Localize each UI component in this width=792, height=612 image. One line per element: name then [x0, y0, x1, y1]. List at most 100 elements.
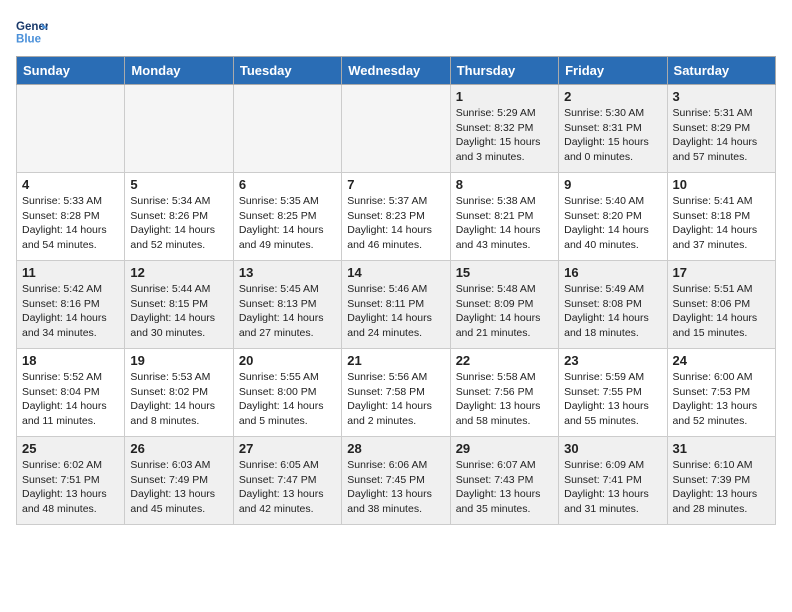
day-number: 21 — [347, 353, 444, 368]
calendar-cell: 27 Sunrise: 6:05 AM Sunset: 7:47 PM Dayli… — [233, 437, 341, 525]
day-info: Sunrise: 5:37 AM Sunset: 8:23 PM Dayligh… — [347, 194, 444, 253]
calendar-cell: 23 Sunrise: 5:59 AM Sunset: 7:55 PM Dayli… — [559, 349, 667, 437]
day-info: Sunrise: 5:42 AM Sunset: 8:16 PM Dayligh… — [22, 282, 119, 341]
calendar-cell: 29 Sunrise: 6:07 AM Sunset: 7:43 PM Dayli… — [450, 437, 558, 525]
calendar-cell: 6 Sunrise: 5:35 AM Sunset: 8:25 PM Daylig… — [233, 173, 341, 261]
day-info: Sunrise: 5:45 AM Sunset: 8:13 PM Dayligh… — [239, 282, 336, 341]
day-number: 6 — [239, 177, 336, 192]
calendar-cell: 5 Sunrise: 5:34 AM Sunset: 8:26 PM Daylig… — [125, 173, 233, 261]
day-number: 16 — [564, 265, 661, 280]
day-number: 13 — [239, 265, 336, 280]
calendar-week-row: 11 Sunrise: 5:42 AM Sunset: 8:16 PM Dayli… — [17, 261, 776, 349]
calendar-cell: 20 Sunrise: 5:55 AM Sunset: 8:00 PM Dayli… — [233, 349, 341, 437]
weekday-header-tuesday: Tuesday — [233, 57, 341, 85]
day-number: 17 — [673, 265, 770, 280]
calendar-cell: 7 Sunrise: 5:37 AM Sunset: 8:23 PM Daylig… — [342, 173, 450, 261]
day-info: Sunrise: 5:44 AM Sunset: 8:15 PM Dayligh… — [130, 282, 227, 341]
calendar-cell: 4 Sunrise: 5:33 AM Sunset: 8:28 PM Daylig… — [17, 173, 125, 261]
day-info: Sunrise: 5:48 AM Sunset: 8:09 PM Dayligh… — [456, 282, 553, 341]
day-info: Sunrise: 5:29 AM Sunset: 8:32 PM Dayligh… — [456, 106, 553, 165]
day-info: Sunrise: 5:52 AM Sunset: 8:04 PM Dayligh… — [22, 370, 119, 429]
day-info: Sunrise: 6:03 AM Sunset: 7:49 PM Dayligh… — [130, 458, 227, 517]
calendar-cell: 28 Sunrise: 6:06 AM Sunset: 7:45 PM Dayli… — [342, 437, 450, 525]
day-info: Sunrise: 6:06 AM Sunset: 7:45 PM Dayligh… — [347, 458, 444, 517]
calendar-cell: 16 Sunrise: 5:49 AM Sunset: 8:08 PM Dayli… — [559, 261, 667, 349]
day-number: 1 — [456, 89, 553, 104]
day-info: Sunrise: 6:05 AM Sunset: 7:47 PM Dayligh… — [239, 458, 336, 517]
day-number: 26 — [130, 441, 227, 456]
day-number: 11 — [22, 265, 119, 280]
day-info: Sunrise: 5:35 AM Sunset: 8:25 PM Dayligh… — [239, 194, 336, 253]
calendar-cell: 10Sunrise: 5:41 AM Sunset: 8:18 PM Dayli… — [667, 173, 775, 261]
weekday-header-friday: Friday — [559, 57, 667, 85]
calendar-table: SundayMondayTuesdayWednesdayThursdayFrid… — [16, 56, 776, 525]
day-info: Sunrise: 5:56 AM Sunset: 7:58 PM Dayligh… — [347, 370, 444, 429]
weekday-header-saturday: Saturday — [667, 57, 775, 85]
calendar-cell: 15 Sunrise: 5:48 AM Sunset: 8:09 PM Dayli… — [450, 261, 558, 349]
day-number: 4 — [22, 177, 119, 192]
logo: General Blue — [16, 16, 48, 48]
calendar-cell: 9Sunrise: 5:40 AM Sunset: 8:20 PM Daylig… — [559, 173, 667, 261]
day-number: 22 — [456, 353, 553, 368]
day-info: Sunrise: 5:33 AM Sunset: 8:28 PM Dayligh… — [22, 194, 119, 253]
calendar-cell: 11 Sunrise: 5:42 AM Sunset: 8:16 PM Dayli… — [17, 261, 125, 349]
day-number: 28 — [347, 441, 444, 456]
day-info: Sunrise: 6:09 AM Sunset: 7:41 PM Dayligh… — [564, 458, 661, 517]
calendar-week-row: 1 Sunrise: 5:29 AM Sunset: 8:32 PM Daylig… — [17, 85, 776, 173]
day-info: Sunrise: 5:30 AM Sunset: 8:31 PM Dayligh… — [564, 106, 661, 165]
day-info: Sunrise: 6:00 AM Sunset: 7:53 PM Dayligh… — [673, 370, 770, 429]
calendar-week-row: 18 Sunrise: 5:52 AM Sunset: 8:04 PM Dayli… — [17, 349, 776, 437]
calendar-cell — [17, 85, 125, 173]
weekday-header-thursday: Thursday — [450, 57, 558, 85]
weekday-header-monday: Monday — [125, 57, 233, 85]
day-info: Sunrise: 5:31 AM Sunset: 8:29 PM Dayligh… — [673, 106, 770, 165]
day-info: Sunrise: 5:58 AM Sunset: 7:56 PM Dayligh… — [456, 370, 553, 429]
weekday-header-wednesday: Wednesday — [342, 57, 450, 85]
weekday-header-sunday: Sunday — [17, 57, 125, 85]
day-number: 24 — [673, 353, 770, 368]
day-number: 23 — [564, 353, 661, 368]
day-number: 29 — [456, 441, 553, 456]
day-info: Sunrise: 5:34 AM Sunset: 8:26 PM Dayligh… — [130, 194, 227, 253]
day-number: 18 — [22, 353, 119, 368]
day-info: Sunrise: 5:59 AM Sunset: 7:55 PM Dayligh… — [564, 370, 661, 429]
calendar-cell: 25 Sunrise: 6:02 AM Sunset: 7:51 PM Dayli… — [17, 437, 125, 525]
calendar-cell: 31 Sunrise: 6:10 AM Sunset: 7:39 PM Dayli… — [667, 437, 775, 525]
calendar-week-row: 4 Sunrise: 5:33 AM Sunset: 8:28 PM Daylig… — [17, 173, 776, 261]
day-info: Sunrise: 6:07 AM Sunset: 7:43 PM Dayligh… — [456, 458, 553, 517]
day-number: 7 — [347, 177, 444, 192]
day-info: Sunrise: 5:38 AM Sunset: 8:21 PM Dayligh… — [456, 194, 553, 253]
day-info: Sunrise: 5:49 AM Sunset: 8:08 PM Dayligh… — [564, 282, 661, 341]
calendar-cell: 12 Sunrise: 5:44 AM Sunset: 8:15 PM Dayli… — [125, 261, 233, 349]
calendar-cell: 24 Sunrise: 6:00 AM Sunset: 7:53 PM Dayli… — [667, 349, 775, 437]
calendar-cell: 19 Sunrise: 5:53 AM Sunset: 8:02 PM Dayli… — [125, 349, 233, 437]
day-number: 8 — [456, 177, 553, 192]
logo-icon: General Blue — [16, 16, 48, 48]
day-number: 25 — [22, 441, 119, 456]
calendar-cell: 30Sunrise: 6:09 AM Sunset: 7:41 PM Dayli… — [559, 437, 667, 525]
calendar-cell: 13 Sunrise: 5:45 AM Sunset: 8:13 PM Dayli… — [233, 261, 341, 349]
day-number: 12 — [130, 265, 227, 280]
day-number: 27 — [239, 441, 336, 456]
day-info: Sunrise: 5:55 AM Sunset: 8:00 PM Dayligh… — [239, 370, 336, 429]
calendar-cell: 2Sunrise: 5:30 AM Sunset: 8:31 PM Daylig… — [559, 85, 667, 173]
weekday-header-row: SundayMondayTuesdayWednesdayThursdayFrid… — [17, 57, 776, 85]
calendar-cell: 18 Sunrise: 5:52 AM Sunset: 8:04 PM Dayli… — [17, 349, 125, 437]
calendar-cell: 3 Sunrise: 5:31 AM Sunset: 8:29 PM Daylig… — [667, 85, 775, 173]
day-number: 31 — [673, 441, 770, 456]
day-info: Sunrise: 6:10 AM Sunset: 7:39 PM Dayligh… — [673, 458, 770, 517]
calendar-cell: 17Sunrise: 5:51 AM Sunset: 8:06 PM Dayli… — [667, 261, 775, 349]
day-number: 20 — [239, 353, 336, 368]
day-number: 3 — [673, 89, 770, 104]
day-info: Sunrise: 5:46 AM Sunset: 8:11 PM Dayligh… — [347, 282, 444, 341]
day-info: Sunrise: 5:40 AM Sunset: 8:20 PM Dayligh… — [564, 194, 661, 253]
calendar-cell: 8 Sunrise: 5:38 AM Sunset: 8:21 PM Daylig… — [450, 173, 558, 261]
day-number: 19 — [130, 353, 227, 368]
day-number: 15 — [456, 265, 553, 280]
calendar-cell: 1 Sunrise: 5:29 AM Sunset: 8:32 PM Daylig… — [450, 85, 558, 173]
calendar-cell — [125, 85, 233, 173]
day-number: 5 — [130, 177, 227, 192]
calendar-week-row: 25 Sunrise: 6:02 AM Sunset: 7:51 PM Dayli… — [17, 437, 776, 525]
day-info: Sunrise: 6:02 AM Sunset: 7:51 PM Dayligh… — [22, 458, 119, 517]
day-info: Sunrise: 5:53 AM Sunset: 8:02 PM Dayligh… — [130, 370, 227, 429]
